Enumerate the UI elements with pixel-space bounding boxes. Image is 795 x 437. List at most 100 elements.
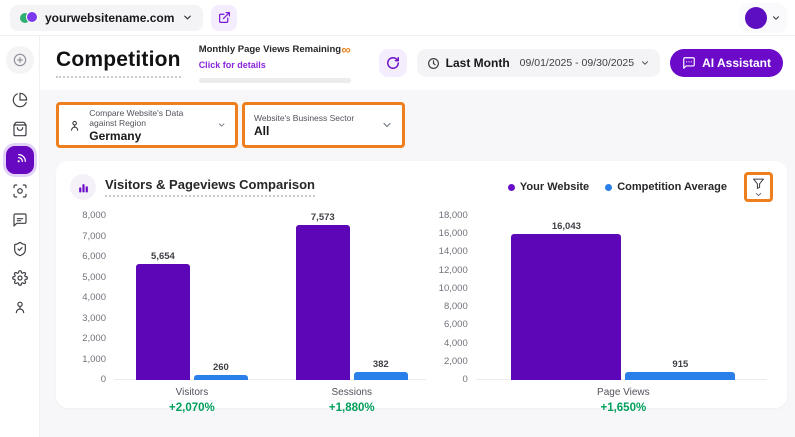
- y-axis: 01,0002,0003,0004,0005,0006,0007,0008,00…: [70, 216, 112, 380]
- sector-filter-label: Website's Business Sector: [254, 113, 354, 123]
- y-tick-label: 7,000: [82, 231, 106, 242]
- legend-dot-icon: [508, 184, 515, 191]
- legend-item-your-website[interactable]: Your Website: [508, 181, 589, 193]
- page-title: Competition: [56, 48, 181, 78]
- pageviews-quota-widget: Monthly Page Views Remaining Click for d…: [199, 44, 351, 83]
- bar-group-visitors: 5,654260Visitors+2,070%: [136, 216, 248, 414]
- region-filter-value: Germany: [89, 129, 208, 143]
- infinity-quota-value: ∞: [341, 44, 350, 56]
- y-tick-label: 2,000: [444, 356, 468, 367]
- y-tick-label: 1,000: [82, 354, 106, 365]
- region-filter-dropdown[interactable]: Compare Website's Data against Region Ge…: [56, 102, 238, 148]
- website-name: yourwebsitename.com: [45, 11, 174, 25]
- y-tick-label: 6,000: [82, 251, 106, 262]
- ai-assistant-label: AI Assistant: [702, 56, 771, 70]
- sidebar-item-account[interactable]: [6, 293, 34, 321]
- page-header: Competition Monthly Page Views Remaining…: [40, 36, 795, 90]
- bar-group-page-views: 16,043915Page Views+1,650%: [511, 216, 735, 414]
- filters-row: Compare Website's Data against Region Ge…: [56, 102, 787, 148]
- category-label: Visitors: [176, 387, 209, 398]
- date-range-selector[interactable]: Last Month 09/01/2025 - 09/30/2025: [417, 49, 660, 77]
- chart-title: Visitors & Pageviews Comparison: [105, 177, 315, 197]
- content-area: Compare Website's Data against Region Ge…: [40, 90, 795, 437]
- sidebar-item-settings[interactable]: [6, 264, 34, 292]
- y-tick-label: 8,000: [82, 210, 106, 221]
- region-filter-label: Compare Website's Data against Region: [89, 108, 208, 128]
- refresh-icon: [386, 56, 400, 70]
- sidebar-item-dashboard[interactable]: [6, 86, 34, 114]
- delta-percentage: +2,070%: [169, 402, 215, 414]
- delta-percentage: +1,880%: [329, 402, 375, 414]
- radar-icon: [12, 152, 28, 168]
- region-person-pin-icon: [68, 117, 81, 134]
- refresh-button[interactable]: [379, 49, 407, 77]
- y-axis: 02,0004,0006,0008,00010,00012,00014,0001…: [432, 216, 474, 380]
- sidebar-item-tracking[interactable]: [6, 177, 34, 205]
- external-link-icon: [218, 11, 231, 24]
- sector-filter-value: All: [254, 124, 354, 138]
- y-tick-label: 16,000: [439, 228, 468, 239]
- bar-value-label: 260: [174, 362, 268, 373]
- legend-dot-icon: [605, 184, 612, 191]
- chevron-down-icon: [640, 58, 650, 68]
- quota-details-link[interactable]: Click for details: [199, 60, 266, 70]
- clock-icon: [427, 57, 440, 70]
- bar-group-sessions: 7,573382Sessions+1,880%: [296, 216, 408, 414]
- chevron-down-icon: [217, 119, 226, 131]
- quota-label: Monthly Page Views Remaining: [199, 44, 341, 55]
- chat-bubble-icon: [682, 56, 696, 70]
- y-tick-label: 5,000: [82, 272, 106, 283]
- business-sector-dropdown[interactable]: Website's Business Sector All: [242, 102, 405, 148]
- y-tick-label: 18,000: [439, 210, 468, 221]
- sidebar-item-competition[interactable]: [6, 146, 34, 174]
- bag-icon: [12, 121, 28, 137]
- bar-value-label: 16,043: [491, 221, 641, 232]
- y-tick-label: 8,000: [444, 301, 468, 312]
- chevron-down-icon: [771, 13, 781, 23]
- period-label: Last Month: [446, 56, 510, 70]
- y-tick-label: 4,000: [444, 338, 468, 349]
- bar-value-label: 7,573: [276, 212, 370, 223]
- y-tick-label: 12,000: [439, 265, 468, 276]
- bar-chart-icon: [70, 174, 96, 200]
- y-tick-label: 0: [462, 374, 467, 385]
- sidebar: [0, 36, 40, 437]
- pie-chart-icon: [12, 92, 28, 108]
- y-tick-label: 3,000: [82, 313, 106, 324]
- chevron-down-icon: [381, 119, 393, 131]
- bar-your-website-sessions: 7,573: [296, 225, 350, 380]
- y-tick-label: 10,000: [439, 283, 468, 294]
- y-tick-label: 4,000: [82, 292, 106, 303]
- chart-filter-button[interactable]: [744, 172, 773, 202]
- y-tick-label: 0: [101, 374, 106, 385]
- bar-chart-visitors-sessions: 01,0002,0003,0004,0005,0006,0007,0008,00…: [70, 216, 432, 414]
- y-tick-label: 6,000: [444, 319, 468, 330]
- sidebar-item-security[interactable]: [6, 235, 34, 263]
- sidebar-item-chat[interactable]: [6, 206, 34, 234]
- chevron-down-icon: [182, 12, 193, 23]
- quota-progress-bar: [199, 78, 351, 83]
- category-label: Page Views: [597, 387, 650, 398]
- avatar: [745, 7, 767, 29]
- delta-percentage: +1,650%: [600, 402, 646, 414]
- ai-assistant-button[interactable]: AI Assistant: [670, 49, 783, 77]
- bar-value-label: 382: [334, 359, 428, 370]
- sidebar-item-store[interactable]: [6, 115, 34, 143]
- bar-competition-average-visitors: 260: [194, 375, 248, 380]
- period-range: 09/01/2025 - 09/30/2025: [520, 57, 634, 69]
- comparison-chart-card: Visitors & Pageviews Comparison Your Web…: [56, 161, 787, 408]
- website-favicon-icon: [20, 10, 37, 25]
- user-menu[interactable]: [739, 3, 787, 33]
- bar-value-label: 915: [605, 359, 755, 370]
- bar-chart-page-views: 02,0004,0006,0008,00010,00012,00014,0001…: [432, 216, 773, 414]
- shield-icon: [12, 241, 28, 257]
- sidebar-item-add[interactable]: [6, 46, 34, 74]
- chart-legend: Your Website Competition Average: [508, 181, 727, 193]
- open-website-button[interactable]: [211, 5, 237, 31]
- funnel-icon: [752, 177, 765, 190]
- topbar: yourwebsitename.com: [0, 0, 795, 36]
- bar-value-label: 5,654: [116, 251, 210, 262]
- legend-item-competition-average[interactable]: Competition Average: [605, 181, 727, 193]
- website-selector[interactable]: yourwebsitename.com: [10, 5, 203, 31]
- gear-icon: [12, 270, 28, 286]
